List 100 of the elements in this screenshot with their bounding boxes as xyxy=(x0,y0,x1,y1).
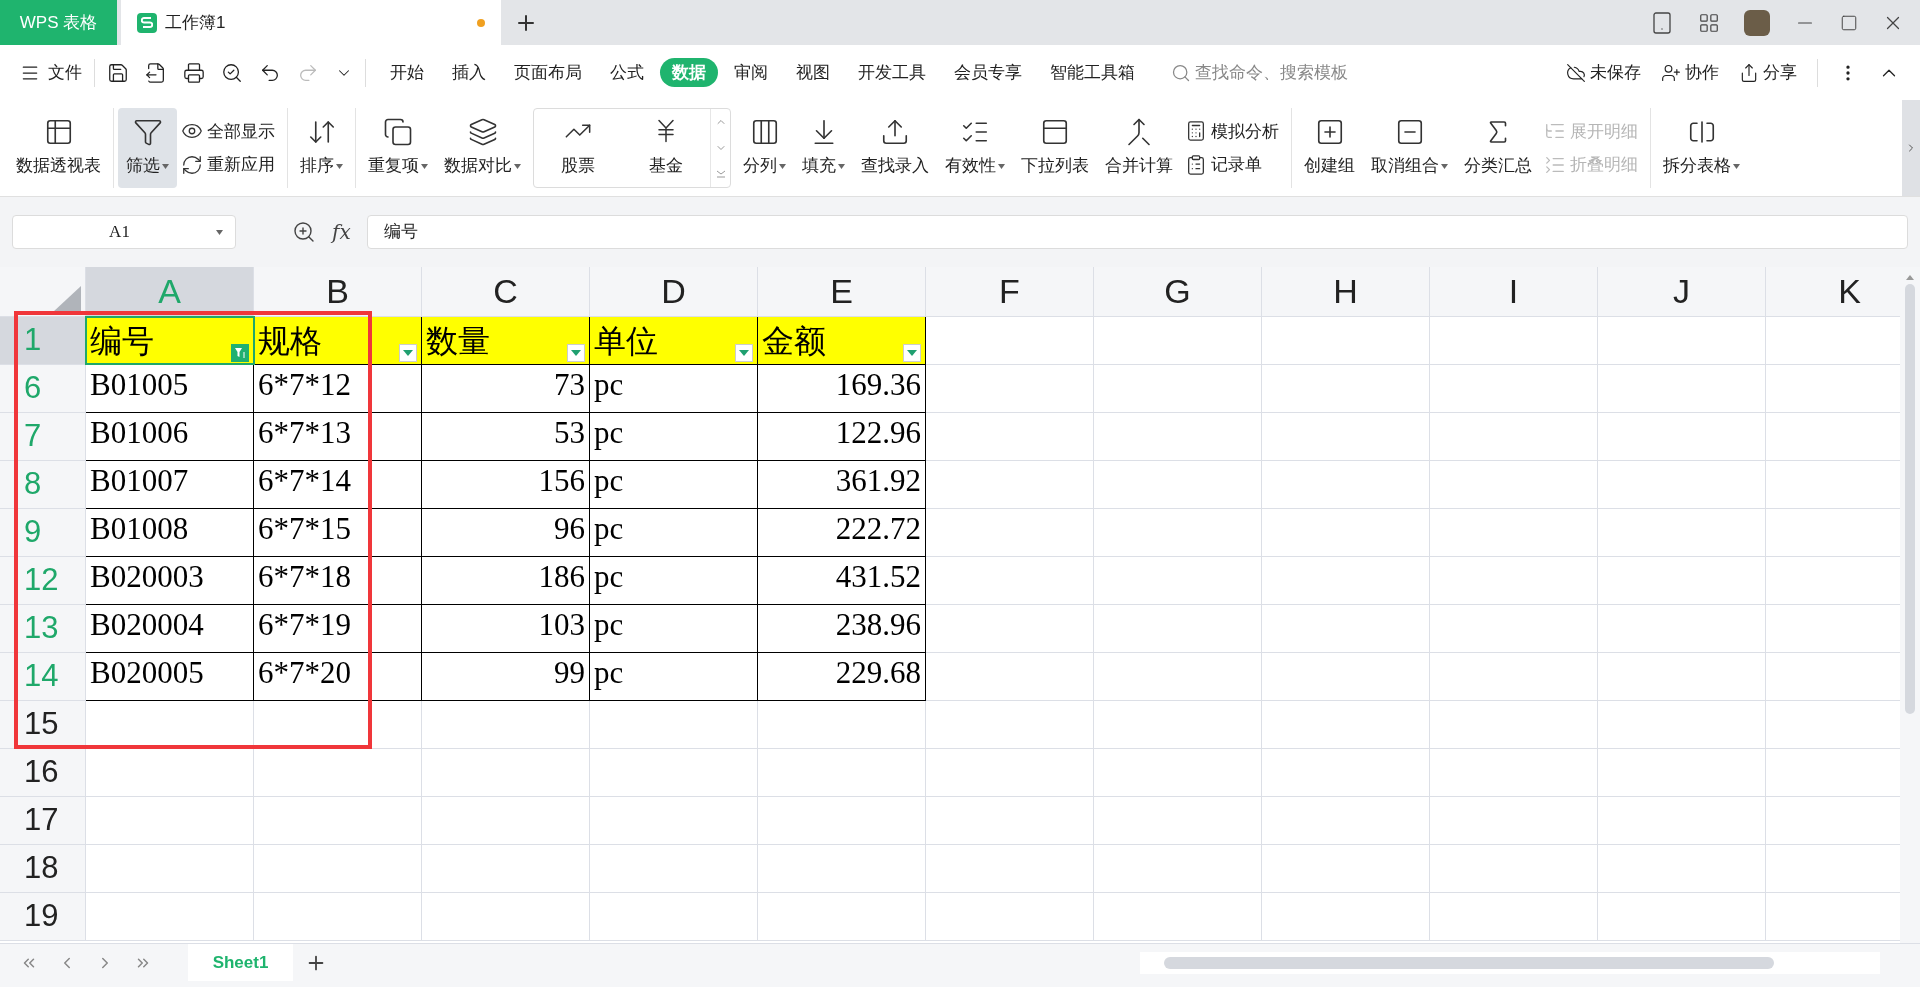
table-cell: 96 xyxy=(422,509,590,557)
menu-tab[interactable]: 公式 xyxy=(598,57,656,88)
menu-tab[interactable]: 会员专享 xyxy=(942,57,1034,88)
corner-triangle-icon xyxy=(53,286,81,312)
scrollbar-thumb[interactable] xyxy=(1164,957,1774,969)
table-cell: 53 xyxy=(422,413,590,461)
select-all-corner[interactable] xyxy=(0,267,86,317)
filter-dropdown-button[interactable] xyxy=(567,344,585,362)
column-header[interactable]: E xyxy=(758,267,926,317)
column-header[interactable]: D xyxy=(590,267,758,317)
column-header[interactable]: C xyxy=(422,267,590,317)
ribbon-button[interactable]: 合并计算 xyxy=(1097,108,1181,188)
table-cell: pc xyxy=(590,509,758,557)
document-tab[interactable]: 工作簿1 xyxy=(121,0,501,45)
ribbon-button[interactable]: 有效性 xyxy=(937,108,1013,188)
print-preview-icon[interactable] xyxy=(221,61,243,84)
table-cell: 6*7*14 xyxy=(254,461,422,509)
restore-icon[interactable] xyxy=(1840,13,1858,32)
table-cell: 6*7*13 xyxy=(254,413,422,461)
gallery-item[interactable]: 股票 xyxy=(534,109,622,187)
ribbon-button[interactable]: 排序 xyxy=(292,108,356,188)
column-header[interactable]: H xyxy=(1262,267,1430,317)
document-title: 工作簿1 xyxy=(165,11,226,34)
caret-icon xyxy=(162,164,169,170)
ribbon-button[interactable]: 查找录入 xyxy=(853,108,937,188)
filter-dropdown-button[interactable] xyxy=(399,344,417,362)
ribbon-icon xyxy=(383,117,413,148)
filter-dropdown-button[interactable] xyxy=(735,344,753,362)
column-header[interactable]: G xyxy=(1094,267,1262,317)
ribbon-button[interactable]: 重复项 xyxy=(360,108,436,188)
action-button[interactable]: 未保存 xyxy=(1566,59,1641,86)
ribbon-button[interactable]: 拆分表格 xyxy=(1655,108,1748,188)
menu-tab[interactable]: 开始 xyxy=(378,57,436,88)
caret-icon xyxy=(1441,164,1448,170)
caret-icon xyxy=(216,229,223,235)
column-header[interactable]: F xyxy=(926,267,1094,317)
table-cell: 169.36 xyxy=(758,365,926,413)
table-cell: 规格 xyxy=(254,317,422,365)
filter-dropdown-button[interactable] xyxy=(231,344,249,362)
menu-tab[interactable]: 插入 xyxy=(440,57,498,88)
table-cell: 6*7*18 xyxy=(254,557,422,605)
scrollbar-thumb[interactable] xyxy=(1905,284,1915,714)
table-cell: B01005 xyxy=(86,365,254,413)
ribbon-button[interactable]: 数据对比 xyxy=(436,108,529,188)
gallery-item[interactable]: 基金 xyxy=(622,109,710,187)
zoom-icon[interactable] xyxy=(292,220,316,244)
save-icon[interactable] xyxy=(107,61,129,84)
menu-tab[interactable]: 审阅 xyxy=(722,57,780,88)
column-header[interactable]: K xyxy=(1766,267,1900,317)
table-cell: pc xyxy=(590,653,758,701)
ribbon-button[interactable]: 分类汇总 xyxy=(1456,108,1540,188)
row-header[interactable]: 17 xyxy=(0,797,86,845)
row-header[interactable]: 19 xyxy=(0,893,86,941)
action-icon xyxy=(1739,62,1759,83)
file-menu[interactable]: 文件 xyxy=(20,59,82,86)
ribbon-button[interactable]: 筛选 xyxy=(118,108,177,188)
ribbon-button[interactable]: 重新应用 xyxy=(181,152,275,178)
ribbon-icon xyxy=(181,153,203,176)
column-header[interactable]: B xyxy=(254,267,422,317)
search-field[interactable]: 查找命令、搜索模板 xyxy=(1171,59,1348,86)
ribbon-button[interactable]: 取消组合 xyxy=(1363,108,1456,188)
table-cell: 122.96 xyxy=(758,413,926,461)
table-cell: 6*7*15 xyxy=(254,509,422,557)
export-icon[interactable] xyxy=(145,61,167,84)
ribbon-button[interactable]: 分列 xyxy=(735,108,794,188)
action-button[interactable]: 分享 xyxy=(1739,59,1797,86)
filter-icon xyxy=(234,347,246,359)
avatar-icon[interactable] xyxy=(1744,9,1770,36)
grid-icon[interactable] xyxy=(1698,11,1720,34)
column-header[interactable]: J xyxy=(1598,267,1766,317)
table-cell: 73 xyxy=(422,365,590,413)
print-icon[interactable] xyxy=(183,61,205,84)
ribbon-button[interactable]: 全部显示 xyxy=(181,118,275,144)
function-label[interactable]: fx xyxy=(332,217,351,247)
table-cell: 单位 xyxy=(590,317,758,365)
ribbon-icon xyxy=(1185,153,1207,176)
table-cell: pc xyxy=(590,557,758,605)
ribbon-button[interactable]: 下拉列表 xyxy=(1013,108,1097,188)
formula-field[interactable]: 编号 xyxy=(366,215,1908,249)
menu-tab[interactable]: 视图 xyxy=(784,57,842,88)
name-box[interactable]: A1 xyxy=(12,215,236,249)
menu-tab[interactable]: 智能工具箱 xyxy=(1038,57,1147,88)
ribbon-button[interactable]: 填充 xyxy=(794,108,853,188)
tablet-icon[interactable] xyxy=(1650,10,1674,35)
menu-tab[interactable]: 开发工具 xyxy=(846,57,938,88)
filter-dropdown-button[interactable] xyxy=(903,344,921,362)
table-cell: 金额 xyxy=(758,317,926,365)
horizontal-scrollbar[interactable] xyxy=(1140,952,1880,974)
ribbon-button[interactable]: 模拟分析 xyxy=(1185,118,1279,144)
vertical-scrollbar[interactable] xyxy=(1900,267,1920,943)
row-header[interactable]: 16 xyxy=(0,749,86,797)
expand-icon[interactable] xyxy=(714,168,727,180)
column-header[interactable]: I xyxy=(1430,267,1598,317)
ribbon-button[interactable]: 创建组 xyxy=(1296,108,1363,188)
table-cell: 222.72 xyxy=(758,509,926,557)
action-button[interactable]: 协作 xyxy=(1661,59,1719,86)
menu-tab[interactable]: 页面布局 xyxy=(502,57,594,88)
ribbon-button[interactable]: 数据透视表 xyxy=(8,108,114,188)
row-header[interactable]: 18 xyxy=(0,845,86,893)
ribbon-button[interactable]: 记录单 xyxy=(1185,152,1279,178)
